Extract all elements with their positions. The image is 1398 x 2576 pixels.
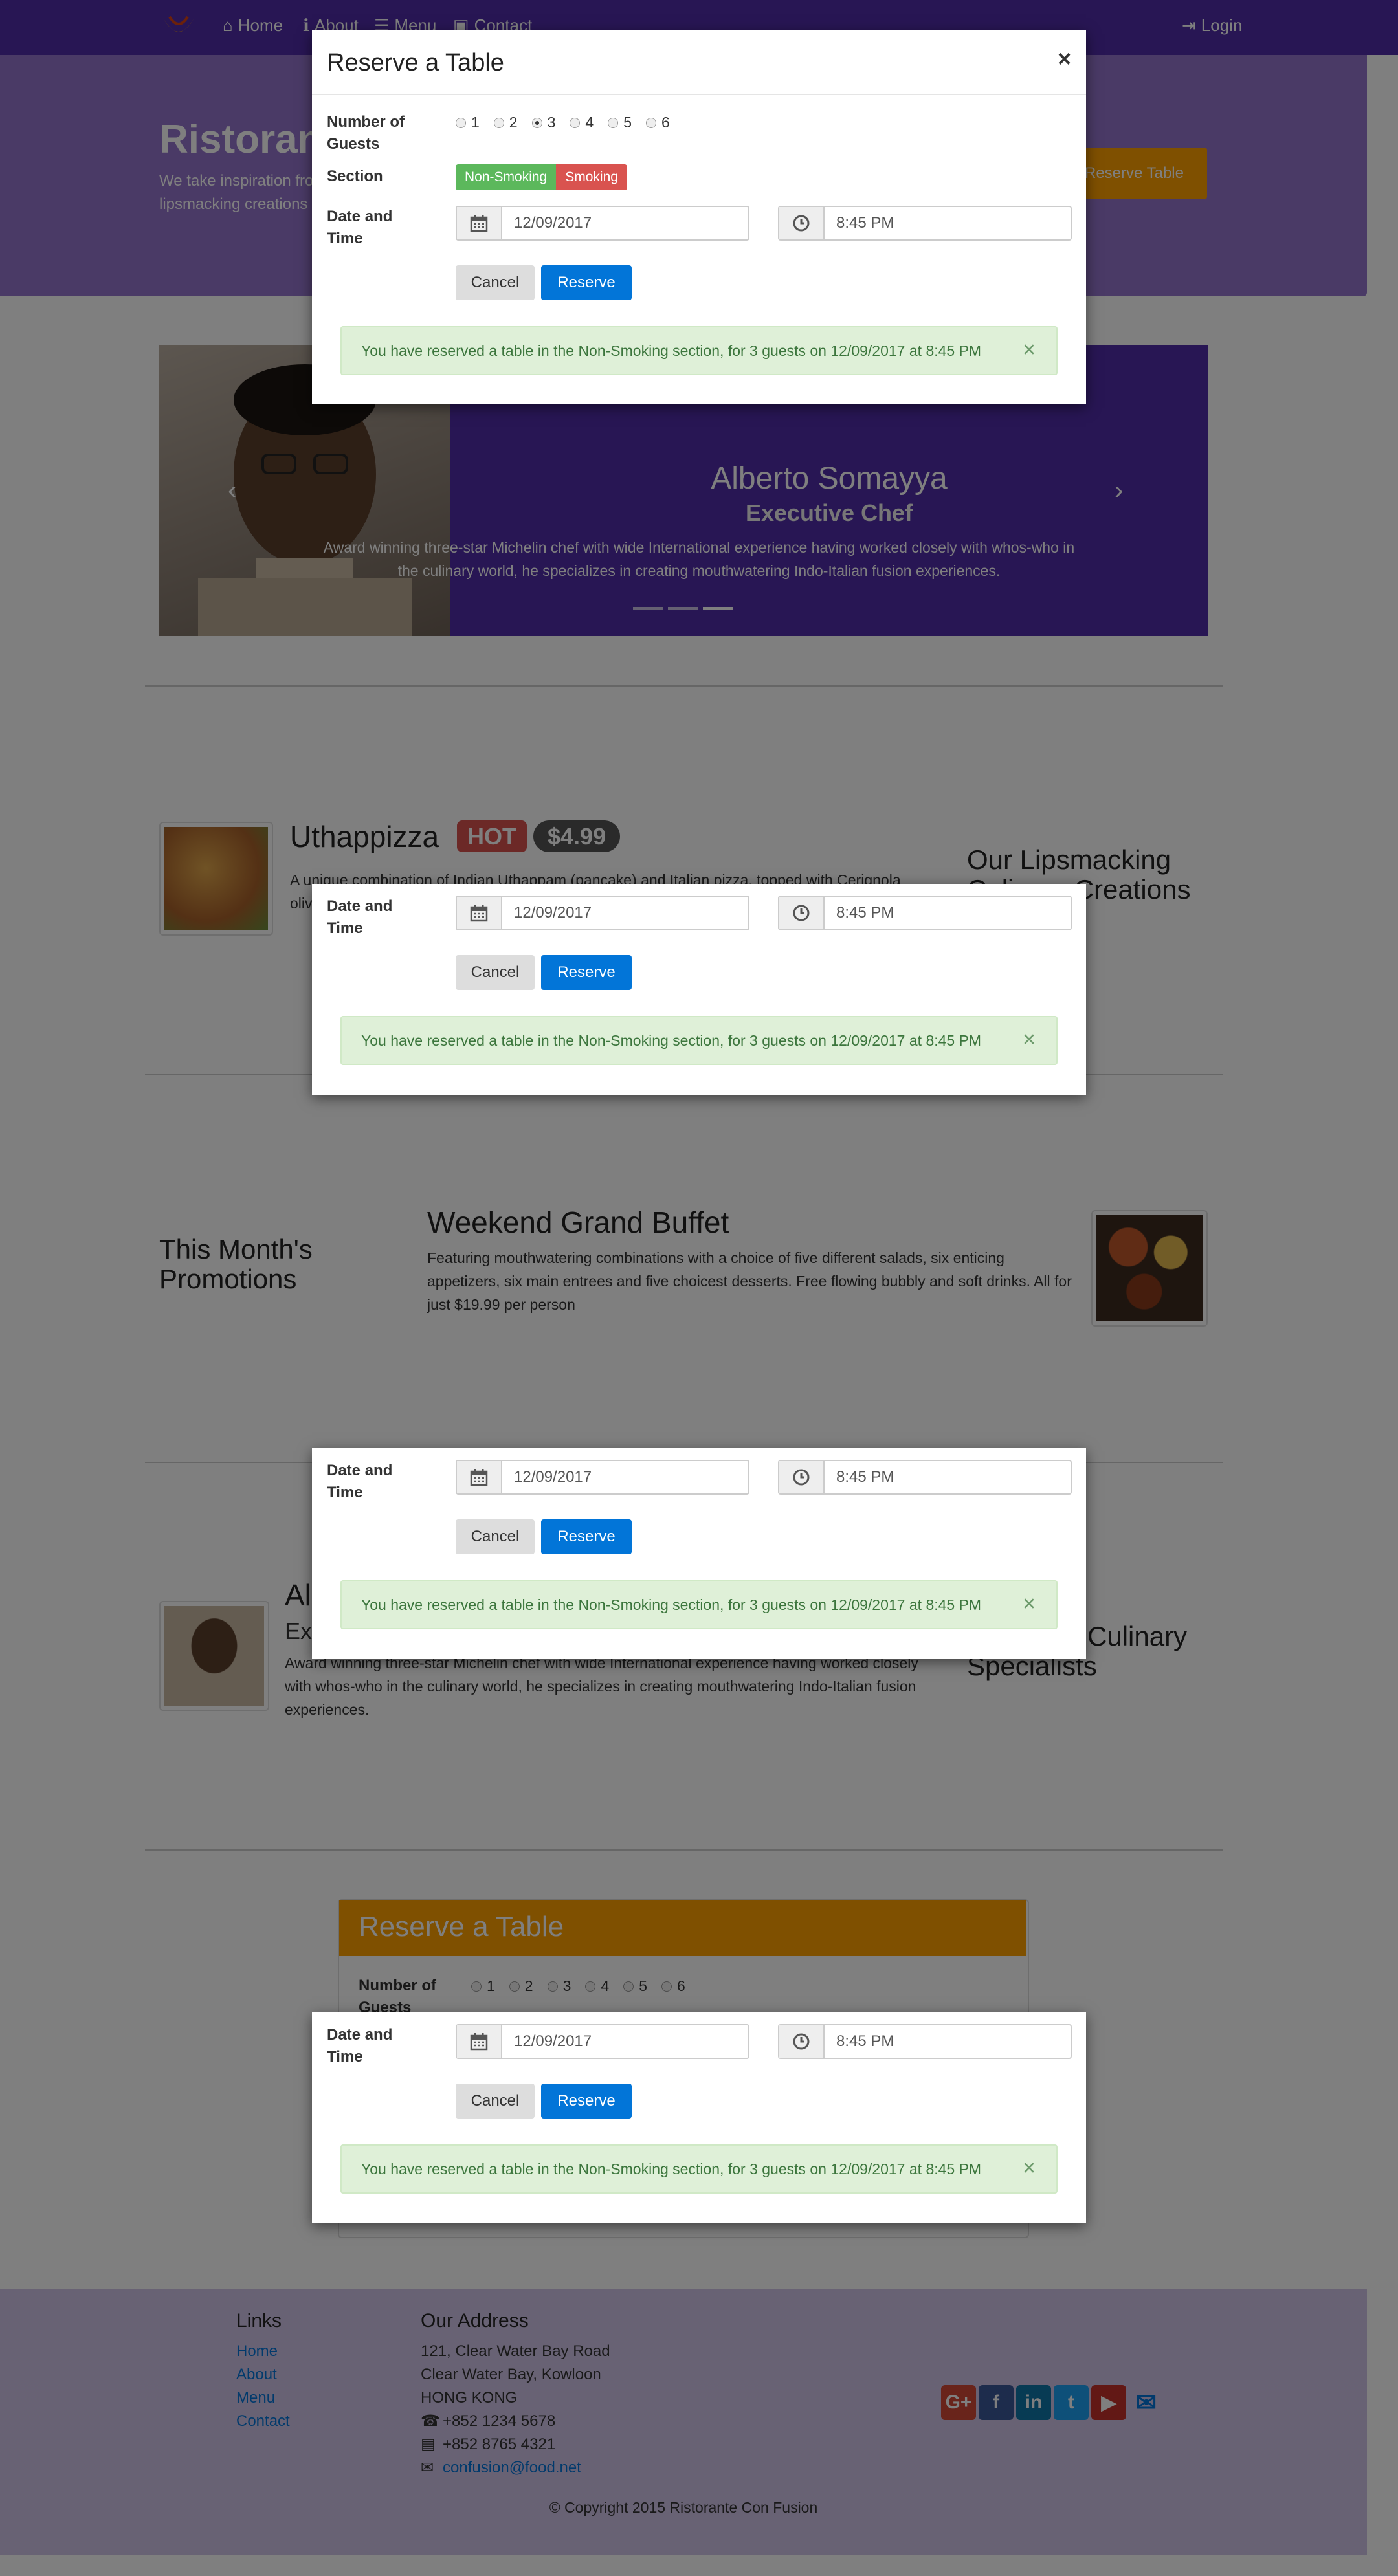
reservation-success-alert: You have reserved a table in the Non-Smo… (340, 326, 1058, 375)
datetime-label: Date and Time (327, 2026, 393, 2065)
datetime-label: Date and Time (327, 1462, 393, 1501)
alert-message: You have reserved a table in the Non-Smo… (361, 1031, 982, 1049)
time-input[interactable]: 8:45 PM (825, 1461, 1071, 1493)
alert-message: You have reserved a table in the Non-Smo… (361, 342, 982, 359)
time-input[interactable]: 8:45 PM (825, 2025, 1071, 2058)
alert-close-button[interactable]: × (1023, 338, 1036, 363)
reservation-success-alert: You have reserved a table in the Non-Smo… (340, 1580, 1058, 1629)
reserve-button[interactable]: Reserve (541, 265, 632, 300)
cancel-button[interactable]: Cancel (456, 265, 535, 300)
date-input[interactable]: 12/09/2017 (502, 897, 748, 929)
calendar-icon (457, 1461, 502, 1493)
non-smoking-button[interactable]: Non-Smoking (456, 164, 557, 190)
alert-close-button[interactable]: × (1023, 1028, 1036, 1053)
date-input-group: 12/09/2017 (456, 896, 749, 930)
alert-close-button[interactable]: × (1023, 2156, 1036, 2181)
calendar-icon (457, 2025, 502, 2058)
clock-icon (779, 207, 825, 239)
date-input-group: 12/09/2017 (456, 2024, 749, 2059)
reservation-success-alert: You have reserved a table in the Non-Smo… (340, 2144, 1058, 2194)
guest-radio-3[interactable] (531, 117, 542, 128)
modal-close-button[interactable]: × (1058, 45, 1071, 72)
clock-icon (779, 2025, 825, 2058)
guests-radio-group: 1 2 3 4 5 6 (456, 114, 670, 131)
reserve-button[interactable]: Reserve (541, 955, 632, 990)
alert-close-button[interactable]: × (1023, 1592, 1036, 1617)
time-input-group: 8:45 PM (778, 1460, 1072, 1495)
clock-icon (779, 1461, 825, 1493)
time-input-group: 8:45 PM (778, 206, 1072, 241)
cancel-button[interactable]: Cancel (456, 955, 535, 990)
time-input-group: 8:45 PM (778, 896, 1072, 930)
date-input[interactable]: 12/09/2017 (502, 207, 748, 239)
reserve-button[interactable]: Reserve (541, 1519, 632, 1554)
section-label: Section (327, 168, 383, 185)
alert-message: You have reserved a table in the Non-Smo… (361, 1596, 982, 1613)
guest-radio-1[interactable] (456, 117, 466, 128)
datetime-label: Date and Time (327, 897, 393, 937)
guest-radio-2[interactable] (493, 117, 504, 128)
reservation-success-alert: You have reserved a table in the Non-Smo… (340, 1016, 1058, 1065)
time-input-group: 8:45 PM (778, 2024, 1072, 2059)
date-input-group: 12/09/2017 (456, 1460, 749, 1495)
cancel-button[interactable]: Cancel (456, 2084, 535, 2119)
calendar-icon (457, 207, 502, 239)
guest-radio-4[interactable] (570, 117, 581, 128)
guest-radio-label: 3 (547, 114, 556, 131)
reserve-button[interactable]: Reserve (541, 2084, 632, 2119)
guest-radio-label: 4 (585, 114, 594, 131)
modal-title: Reserve a Table (327, 49, 504, 76)
guest-radio-5[interactable] (608, 117, 619, 128)
smoking-button[interactable]: Smoking (556, 164, 627, 190)
guests-label: Number of Guests (327, 113, 405, 153)
section-toggle: Non-Smoking Smoking (456, 164, 627, 190)
calendar-icon (457, 897, 502, 929)
datetime-label: Date and Time (327, 208, 393, 247)
date-input-group: 12/09/2017 (456, 206, 749, 241)
date-input[interactable]: 12/09/2017 (502, 1461, 748, 1493)
guest-radio-label: 5 (623, 114, 632, 131)
guest-radio-label: 1 (471, 114, 480, 131)
guest-radio-6[interactable] (645, 117, 656, 128)
alert-message: You have reserved a table in the Non-Smo… (361, 2160, 982, 2177)
time-input[interactable]: 8:45 PM (825, 207, 1071, 239)
clock-icon (779, 897, 825, 929)
modal-header-divider (312, 94, 1086, 95)
date-input[interactable]: 12/09/2017 (502, 2025, 748, 2058)
guest-radio-label: 2 (509, 114, 518, 131)
time-input[interactable]: 8:45 PM (825, 897, 1071, 929)
cancel-button[interactable]: Cancel (456, 1519, 535, 1554)
guest-radio-label: 6 (661, 114, 670, 131)
